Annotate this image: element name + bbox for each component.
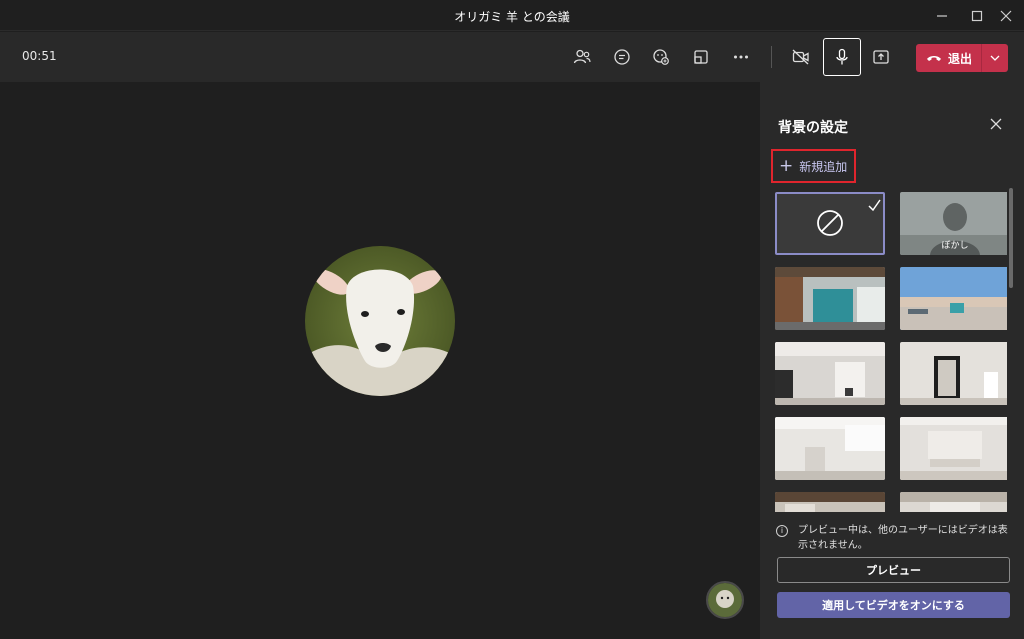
toolbar-divider	[771, 46, 772, 68]
participants-button[interactable]	[569, 44, 595, 70]
reactions-button[interactable]	[648, 44, 674, 70]
more-icon	[734, 55, 748, 59]
video-stage	[0, 82, 760, 639]
background-option-bright-room[interactable]	[900, 417, 1007, 480]
preview-info: i プレビュー中は、他のユーザーにはビデオは表示されません。	[776, 523, 1012, 553]
room-window-preview-image	[775, 342, 885, 405]
preview-button[interactable]: プレビュー	[777, 557, 1010, 583]
close-icon	[990, 118, 1002, 130]
breakout-icon	[694, 50, 708, 64]
video-off-icon	[792, 49, 809, 65]
close-icon	[1000, 10, 1012, 22]
room-3-preview-image	[900, 492, 1007, 512]
chevron-down-icon	[990, 55, 1000, 61]
background-option-loft[interactable]	[775, 417, 885, 480]
office-2-preview-image	[775, 492, 885, 512]
panel-close-button[interactable]	[986, 114, 1006, 134]
bright-room-preview-image	[900, 417, 1007, 480]
loft-preview-image	[775, 417, 885, 480]
add-new-background-button[interactable]: + 新規追加	[771, 149, 856, 183]
close-window-button[interactable]	[988, 4, 1024, 28]
reactions-icon	[653, 49, 669, 65]
panel-title: 背景の設定	[778, 120, 848, 136]
title-bar: オリガミ 羊 との会議	[0, 0, 1024, 31]
background-option-office[interactable]	[775, 267, 885, 330]
leave-label: 退出	[948, 51, 973, 66]
window-title: オリガミ 羊 との会議	[454, 10, 570, 24]
outdoor-preview-image	[900, 267, 1007, 330]
background-option-room-mirror[interactable]	[900, 342, 1007, 405]
background-option-room-window[interactable]	[775, 342, 885, 405]
background-option-office-2[interactable]	[775, 492, 885, 512]
add-new-label: 新規追加	[799, 159, 848, 174]
camera-toggle-button[interactable]	[788, 44, 814, 70]
info-icon: i	[776, 525, 788, 537]
background-grid: ぼかし	[775, 192, 1007, 512]
meeting-timer: 00:51	[22, 49, 57, 63]
share-screen-button[interactable]	[868, 44, 894, 70]
background-option-outdoor[interactable]	[900, 267, 1007, 330]
maximize-icon	[971, 10, 983, 22]
participant-avatar	[305, 246, 455, 396]
share-icon	[873, 50, 889, 64]
plus-icon: +	[779, 155, 794, 176]
leave-options-button[interactable]	[982, 44, 1008, 72]
leave-button[interactable]: 退出	[916, 44, 981, 72]
blur-label: ぼかし	[941, 241, 969, 251]
background-option-none[interactable]	[775, 192, 885, 255]
chat-button[interactable]	[609, 44, 635, 70]
participants-icon	[573, 49, 591, 64]
meeting-toolbar: 00:51 退出	[0, 32, 1024, 82]
hang-up-icon	[927, 56, 941, 61]
minimize-icon	[937, 15, 947, 17]
breakout-rooms-button[interactable]	[688, 44, 714, 70]
more-actions-button[interactable]	[728, 44, 754, 70]
minimize-button[interactable]	[924, 4, 960, 28]
office-preview-image	[775, 267, 885, 330]
no-background-icon	[817, 199, 881, 236]
background-settings-panel: 背景の設定 + 新規追加 ぼかし i プレビュー中は、他のユーザーにはビデオは表…	[760, 82, 1024, 639]
leave-button-group: 退出	[916, 44, 1008, 72]
mic-toggle-button[interactable]	[823, 38, 861, 76]
grid-scrollbar[interactable]	[1009, 188, 1013, 288]
preview-info-text: プレビュー中は、他のユーザーにはビデオは表示されません。	[798, 525, 1008, 551]
background-option-blur[interactable]: ぼかし	[900, 192, 1007, 255]
room-mirror-preview-image	[900, 342, 1007, 405]
sheep-photo	[305, 246, 455, 396]
apply-and-turn-on-video-button[interactable]: 適用してビデオをオンにする	[777, 592, 1010, 618]
background-option-room-3[interactable]	[900, 492, 1007, 512]
self-view-avatar[interactable]	[706, 581, 744, 619]
mic-icon	[836, 48, 848, 65]
chat-icon	[614, 49, 630, 65]
self-avatar-image	[708, 583, 742, 617]
